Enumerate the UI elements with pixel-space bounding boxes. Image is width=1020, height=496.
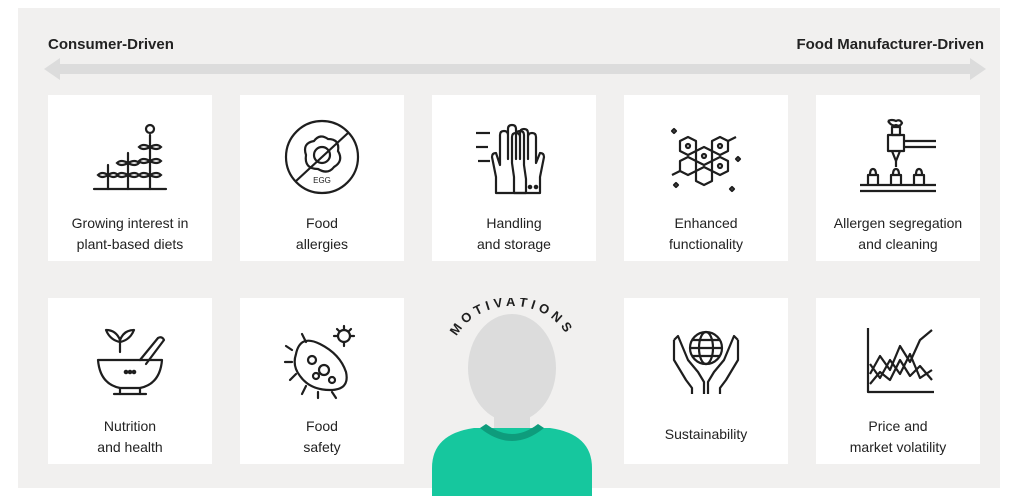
card-label: Sustainability bbox=[664, 426, 748, 442]
bacteria-icon bbox=[283, 324, 356, 400]
card-label: Price and market volatility bbox=[849, 418, 947, 455]
double-arrow-axis bbox=[44, 58, 986, 80]
card-nutrition-health: Nutrition and health bbox=[48, 298, 212, 464]
card-label: Nutrition and health bbox=[97, 418, 163, 455]
card-label: Food allergies bbox=[295, 215, 349, 252]
card-enhanced-functionality: Enhanced functionality bbox=[624, 95, 788, 261]
card-sustainability: Sustainability bbox=[624, 298, 788, 464]
egg-text: EGG bbox=[313, 176, 331, 185]
card-label: Food safety bbox=[303, 418, 341, 455]
card-handling-storage: Handling and storage bbox=[432, 95, 596, 261]
card-food-allergies: EGG Food allergies bbox=[240, 95, 404, 261]
mortar-pestle-icon bbox=[96, 328, 166, 396]
consumer-driven-label: Consumer-Driven bbox=[48, 36, 174, 53]
motivations-text: MOTIVATIONS bbox=[447, 298, 574, 338]
card-plant-based-diets: Growing interest in plant-based diets bbox=[48, 95, 212, 261]
card-allergen-segregation: Allergen segregation and cleaning bbox=[816, 95, 980, 261]
molecule-icon bbox=[670, 127, 742, 193]
card-label: Growing interest in plant-based diets bbox=[71, 215, 189, 252]
gloved-hands-icon bbox=[476, 123, 546, 195]
svg-text:MOTIVATIONS: MOTIVATIONS bbox=[447, 298, 578, 338]
volatility-chart-icon bbox=[866, 328, 934, 394]
plant-sprouts-icon bbox=[92, 123, 168, 191]
no-egg-icon: EGG bbox=[284, 119, 360, 195]
card-food-safety: Food safety bbox=[240, 298, 404, 464]
motivations-arc-text: MOTIVATIONS bbox=[447, 298, 578, 338]
card-label: Handling and storage bbox=[477, 215, 551, 252]
factory-dispenser-icon bbox=[860, 118, 936, 193]
card-label: Enhanced functionality bbox=[669, 215, 743, 252]
card-label: Allergen segregation and cleaning bbox=[833, 215, 963, 252]
hands-globe-icon bbox=[672, 330, 740, 394]
manufacturer-driven-label: Food Manufacturer-Driven bbox=[796, 36, 984, 53]
card-price-volatility: Price and market volatility bbox=[816, 298, 980, 464]
